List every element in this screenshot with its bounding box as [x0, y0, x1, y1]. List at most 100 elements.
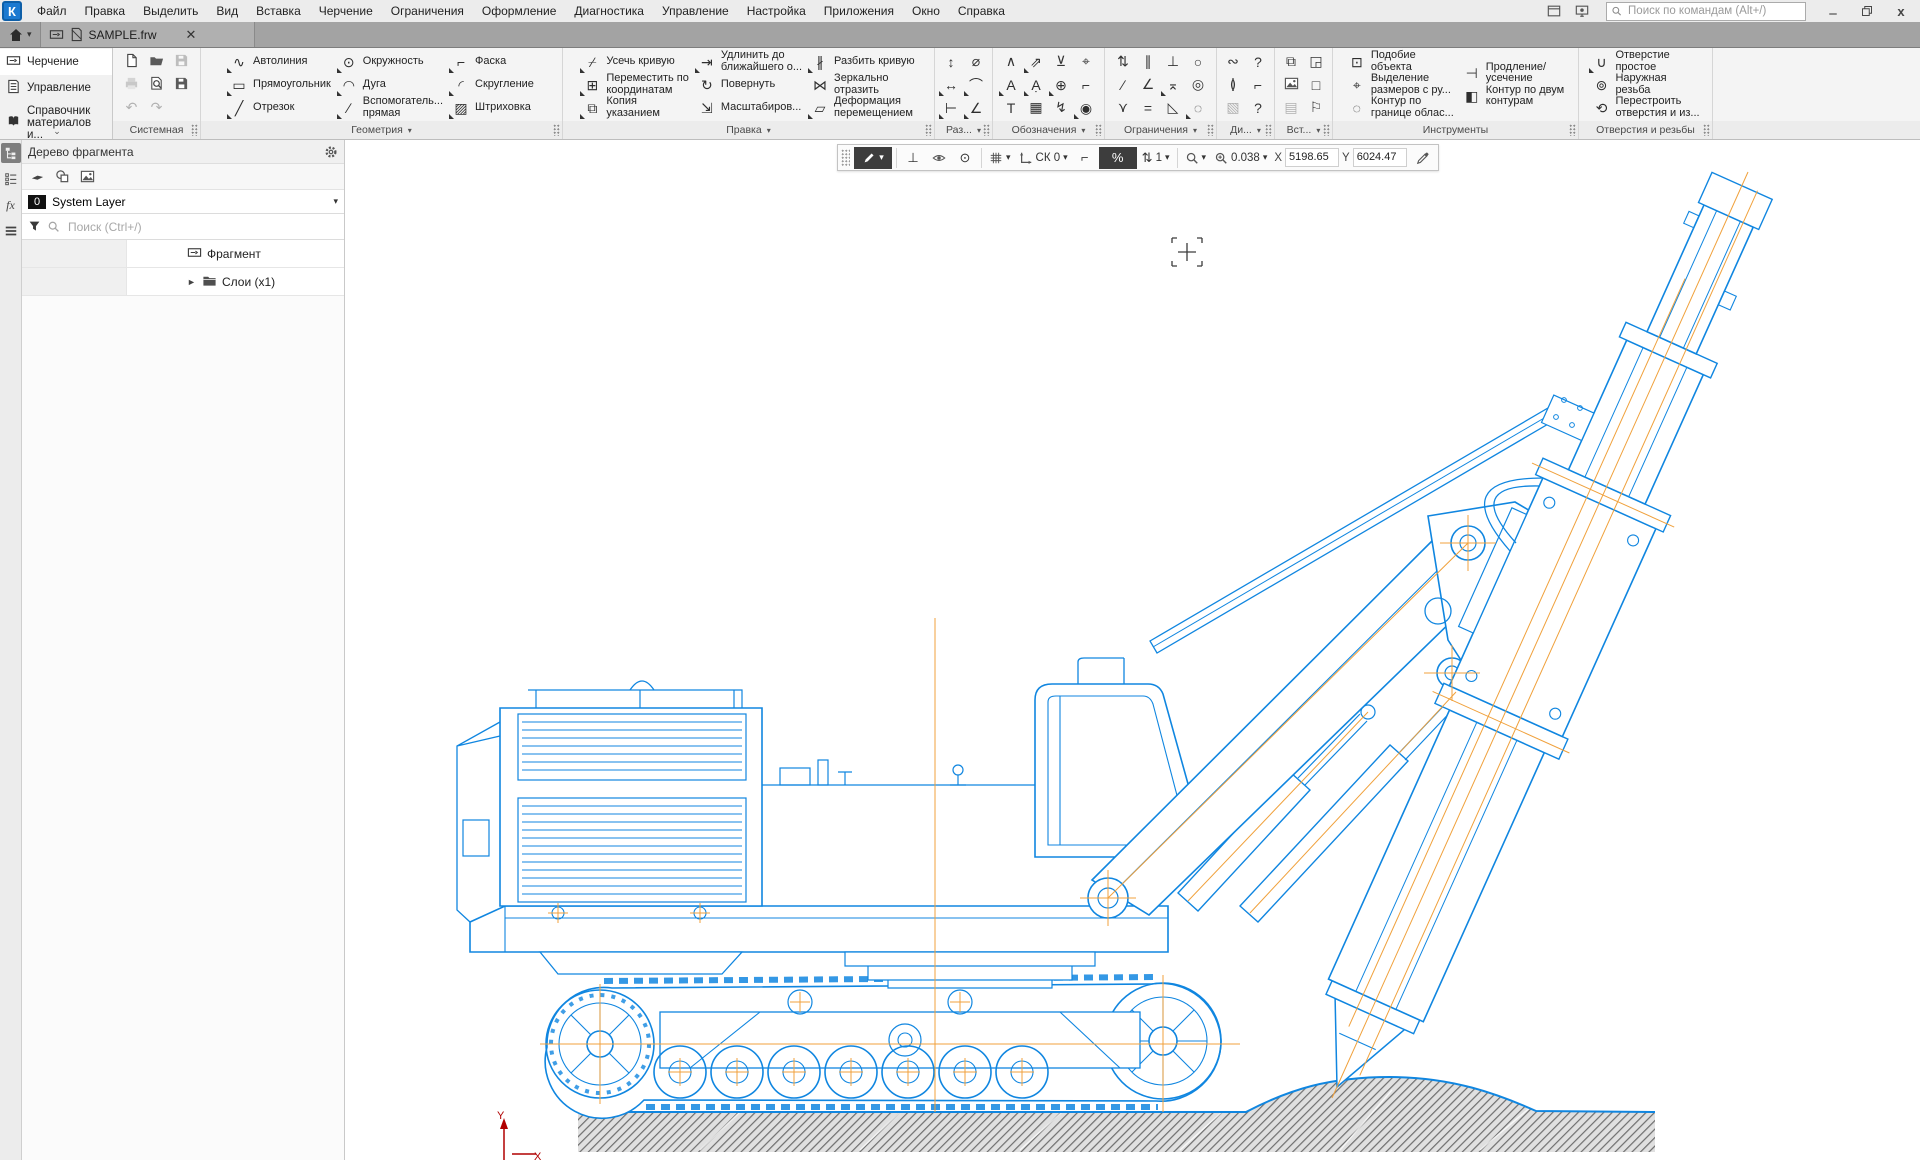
split-curve[interactable]: ∦Разбить кривую	[806, 50, 919, 73]
offset-object[interactable]: ⊡Подобие объекта	[1343, 50, 1458, 73]
group-grip-icon[interactable]	[191, 124, 198, 136]
open-document[interactable]	[144, 51, 169, 73]
mode-materials[interactable]: Справочник материалов и...	[0, 101, 112, 145]
eyedropper-button[interactable]	[1411, 147, 1435, 169]
gear-icon[interactable]	[324, 145, 338, 159]
document-tab[interactable]: SAMPLE.frw ✕	[40, 22, 255, 47]
menu-item-11[interactable]: Приложения	[815, 0, 903, 22]
datum[interactable]: ⊻	[1049, 51, 1074, 73]
symmetry-constraint[interactable]: ◺	[1161, 97, 1186, 119]
mode-drafting[interactable]: Черчение	[0, 49, 112, 75]
insert-view[interactable]: ◲	[1304, 51, 1329, 73]
variables-panel-button[interactable]: fx	[1, 195, 21, 215]
construction-line[interactable]: ∕Вспомогатель... прямая	[335, 96, 447, 119]
rebuild-holes[interactable]: ⟲Перестроить отверстия и из...	[1587, 96, 1703, 119]
check-point[interactable]: ?	[1246, 97, 1271, 119]
menu-item-2[interactable]: Выделить	[134, 0, 207, 22]
minimize-button[interactable]	[1818, 1, 1848, 21]
radial-dimension[interactable]: ⌒	[964, 74, 989, 96]
menu-item-7[interactable]: Оформление	[473, 0, 565, 22]
roughness[interactable]: ∧	[999, 51, 1024, 73]
menu-item-3[interactable]: Вид	[207, 0, 247, 22]
menu-item-10[interactable]: Настройка	[738, 0, 815, 22]
wavy-line[interactable]: ↯	[1049, 97, 1074, 119]
panels-menu-button[interactable]	[1, 221, 21, 241]
fragment-node[interactable]: Фрагмент	[22, 240, 344, 268]
snaps-toggle-button[interactable]: %	[1099, 147, 1137, 169]
menu-item-4[interactable]: Вставка	[247, 0, 310, 22]
deform-by-move[interactable]: ▱Деформация перемещением	[806, 96, 919, 119]
ribbon-group-edit-label[interactable]: Правка▾	[563, 121, 934, 139]
restore-button[interactable]	[1852, 1, 1882, 21]
marking[interactable]: Ạ	[1024, 74, 1049, 96]
group-grip-icon[interactable]	[983, 124, 990, 136]
zoom-area-button[interactable]: ▾	[1182, 147, 1210, 169]
ribbon-group-diagnostics-label[interactable]: Ди...▾	[1217, 121, 1274, 139]
drawing-canvas-area[interactable]: ▾ ⊥ ⊙ ▾ СК 0 ▾ ⌐ % ⇅ 1 ▾	[345, 140, 1920, 1160]
x-coordinate-field[interactable]: 5198.65	[1285, 148, 1339, 167]
tree-panel-button[interactable]	[1, 143, 21, 163]
leader[interactable]: ⇗	[1024, 51, 1049, 73]
tree-search-input[interactable]	[66, 219, 338, 235]
contour-by-boundary[interactable]: ◌Контур по границе облас...	[1343, 96, 1458, 119]
current-layer-combo[interactable]: 0 System Layer ▾	[22, 190, 344, 214]
letter-designation[interactable]: A	[999, 74, 1024, 96]
tolerance-frame[interactable]: ⌖	[1074, 51, 1099, 73]
new-document[interactable]	[119, 51, 144, 73]
center-mark[interactable]: ◉	[1074, 97, 1099, 119]
ribbon-group-geometry-label[interactable]: Геометрия▾	[201, 121, 562, 139]
group-grip-icon[interactable]	[1703, 124, 1710, 136]
ribbon-group-dimensions-label[interactable]: Раз...▾	[935, 121, 992, 139]
trim-curve[interactable]: ⌿Усечь кривую	[578, 50, 693, 73]
check-overlaps[interactable]: ≬	[1221, 74, 1246, 96]
fix-constraint[interactable]: ⌅	[1161, 74, 1186, 96]
measure-curve[interactable]: ∾	[1221, 51, 1246, 73]
zoom-scale-button[interactable]: 0.038 ▾	[1211, 147, 1270, 169]
diameter-dimension[interactable]: ⌀	[964, 51, 989, 73]
menu-item-6[interactable]: Ограничения	[382, 0, 473, 22]
bisector-constraint[interactable]: ⋎	[1111, 97, 1136, 119]
view-arrow[interactable]: ⌐	[1074, 74, 1099, 96]
group-grip-icon[interactable]	[1569, 124, 1576, 136]
ribbon-group-tools-label[interactable]: Инструменты	[1333, 121, 1578, 139]
rotate[interactable]: ↻Повернуть	[693, 73, 806, 96]
coordinate-system-button[interactable]: СК 0 ▾	[1016, 147, 1071, 169]
menu-item-9[interactable]: Управление	[653, 0, 738, 22]
table[interactable]: ▦	[1024, 97, 1049, 119]
toolbar-grip[interactable]	[841, 149, 850, 167]
linear-dimension[interactable]: ↔	[939, 74, 964, 96]
perpendicular-constraint[interactable]: ⊥	[1161, 51, 1186, 73]
screen-settings-button[interactable]	[1570, 2, 1594, 20]
save-as[interactable]	[169, 74, 194, 96]
angular-dimension[interactable]: ∠	[964, 97, 989, 119]
ribbon-group-insert-label[interactable]: Вст...▾	[1275, 121, 1332, 139]
group-grip-icon[interactable]	[1095, 124, 1102, 136]
tangent-constraint[interactable]: ○	[1186, 51, 1211, 73]
chamfer[interactable]: ⌐Фаска	[447, 50, 538, 73]
curvature-constraint[interactable]: ◌	[1186, 97, 1211, 119]
group-grip-icon[interactable]	[925, 124, 932, 136]
equal-constraint[interactable]: =	[1136, 97, 1161, 119]
filter-funnel-icon[interactable]	[28, 220, 41, 233]
snap-perpendicular-button[interactable]: ⊥	[901, 147, 925, 169]
ribbon-group-holes-label[interactable]: Отверстия и резьбы	[1579, 121, 1712, 139]
scale[interactable]: ⇲Масштабиров...	[693, 96, 806, 119]
angle-constraint[interactable]: ∠	[1136, 74, 1161, 96]
menu-item-13[interactable]: Справка	[949, 0, 1014, 22]
ribbon-group-annotations-label[interactable]: Обозначения▾	[993, 121, 1104, 139]
select-dimensions[interactable]: ⌖Выделение размеров с ру...	[1343, 73, 1458, 96]
collinear-constraint[interactable]: ∕	[1111, 74, 1136, 96]
auto-dimension[interactable]: ↕	[939, 51, 964, 73]
grid-button[interactable]: ▾	[986, 147, 1014, 169]
insert-flag[interactable]: ⚐	[1304, 97, 1329, 119]
insert-picture[interactable]	[1279, 74, 1304, 96]
home-button[interactable]: ▾	[0, 22, 40, 47]
layers-node[interactable]: ►Слои (x1)	[22, 268, 344, 296]
menu-item-12[interactable]: Окно	[903, 0, 949, 22]
close-button[interactable]: x	[1886, 1, 1916, 21]
text[interactable]: T	[999, 97, 1024, 119]
autoline[interactable]: ∿Автолиния	[225, 50, 335, 73]
vertical-constraint[interactable]: ⇅	[1111, 51, 1136, 73]
mirror[interactable]: ⋈Зеркально отразить	[806, 73, 919, 96]
copy-by-point[interactable]: ⧉Копия указанием	[578, 96, 693, 119]
